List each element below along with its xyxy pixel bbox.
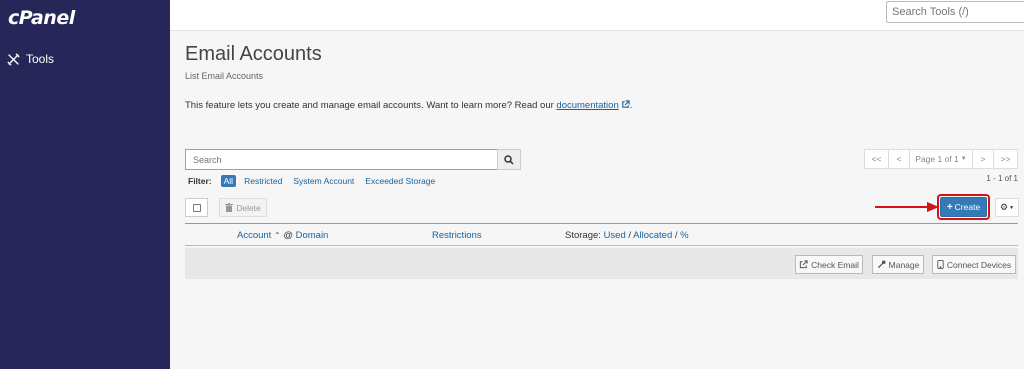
tools-search-input[interactable] xyxy=(886,1,1024,23)
percent-sort-link[interactable]: % xyxy=(680,230,688,241)
at-sign: @ xyxy=(283,230,293,241)
table-row: Check Email Manage Connect Devices xyxy=(185,248,1018,279)
wrench-icon xyxy=(877,260,886,269)
gear-icon: ⚙ xyxy=(999,202,1009,212)
description-text: This feature lets you create and manage … xyxy=(185,100,557,111)
sidebar: cPanel Tools xyxy=(0,0,170,369)
description-end: . xyxy=(629,100,633,111)
external-link-icon xyxy=(799,260,808,269)
pagination: << < Page 1 of 1 ▼ > >> xyxy=(864,149,1018,169)
delete-label: Delete xyxy=(236,202,261,213)
used-sort-link[interactable]: Used xyxy=(604,230,626,241)
check-email-label: Check Email xyxy=(811,259,859,270)
column-storage: Storage: Used / Allocated / % xyxy=(565,230,689,241)
restrictions-sort-link[interactable]: Restrictions xyxy=(432,230,482,241)
sidebar-item-tools[interactable]: Tools xyxy=(7,52,54,66)
last-page-button[interactable]: >> xyxy=(993,149,1018,169)
separator: / xyxy=(628,230,632,241)
page-label: Page 1 of 1 xyxy=(915,154,959,164)
delete-button[interactable]: Delete xyxy=(219,198,267,217)
search-button[interactable] xyxy=(497,149,521,170)
column-restrictions[interactable]: Restrictions xyxy=(432,230,482,241)
sidebar-item-label: Tools xyxy=(26,52,55,66)
caret-down-icon: ▼ xyxy=(960,156,967,162)
filter-exceeded-storage[interactable]: Exceeded Storage xyxy=(362,175,438,187)
external-link-icon[interactable] xyxy=(621,100,630,109)
domain-sort-link[interactable]: Domain xyxy=(296,230,329,241)
connect-devices-button[interactable]: Connect Devices xyxy=(932,255,1016,274)
checkbox-box xyxy=(192,203,201,212)
documentation-link[interactable]: documentation xyxy=(556,100,618,111)
next-page-button[interactable]: > xyxy=(972,149,994,169)
search-bar xyxy=(185,149,521,170)
separator: / xyxy=(674,230,678,241)
check-email-button[interactable]: Check Email xyxy=(795,255,863,274)
page-title: Email Accounts xyxy=(185,43,322,65)
account-sort-link[interactable]: Account xyxy=(237,230,271,241)
storage-label: Storage: xyxy=(565,230,601,241)
manage-button[interactable]: Manage xyxy=(872,255,924,274)
first-page-button[interactable]: << xyxy=(864,149,889,169)
tools-icon xyxy=(7,52,20,66)
settings-dropdown-button[interactable]: ⚙ ▼ xyxy=(995,198,1019,217)
filter-restricted[interactable]: Restricted xyxy=(241,175,285,187)
filter-bar: Filter: All Restricted System Account Ex… xyxy=(188,175,438,187)
trash-icon xyxy=(225,203,234,212)
search-input[interactable] xyxy=(185,149,497,170)
manage-label: Manage xyxy=(888,259,920,270)
table-header: Account ⌃ @ Domain Restrictions Storage:… xyxy=(185,223,1018,246)
page-select[interactable]: Page 1 of 1 ▼ xyxy=(909,149,973,169)
search-icon xyxy=(504,154,514,165)
allocated-sort-link[interactable]: Allocated xyxy=(633,230,672,241)
results-range: 1 - 1 of 1 xyxy=(986,174,1018,183)
create-label: Create xyxy=(954,202,981,212)
page-description: This feature lets you create and manage … xyxy=(185,100,632,111)
plus-icon: + xyxy=(946,201,953,213)
filter-all[interactable]: All xyxy=(220,175,237,187)
select-all-checkbox[interactable] xyxy=(185,198,208,217)
top-bar xyxy=(170,0,1024,31)
chevron-up-icon: ⌃ xyxy=(273,231,281,240)
mobile-icon xyxy=(937,260,944,269)
filter-label: Filter: xyxy=(188,176,212,186)
annotation-arrow-icon xyxy=(875,202,939,212)
column-account[interactable]: Account ⌃ @ Domain xyxy=(237,230,328,241)
page-subtitle: List Email Accounts xyxy=(185,71,264,81)
caret-down-icon: ▼ xyxy=(1009,204,1015,211)
create-button[interactable]: + Create xyxy=(940,197,987,217)
prev-page-button[interactable]: < xyxy=(888,149,910,169)
filter-system-account[interactable]: System Account xyxy=(290,175,357,187)
connect-devices-label: Connect Devices xyxy=(946,259,1012,270)
cpanel-logo[interactable]: cPanel xyxy=(8,7,75,29)
